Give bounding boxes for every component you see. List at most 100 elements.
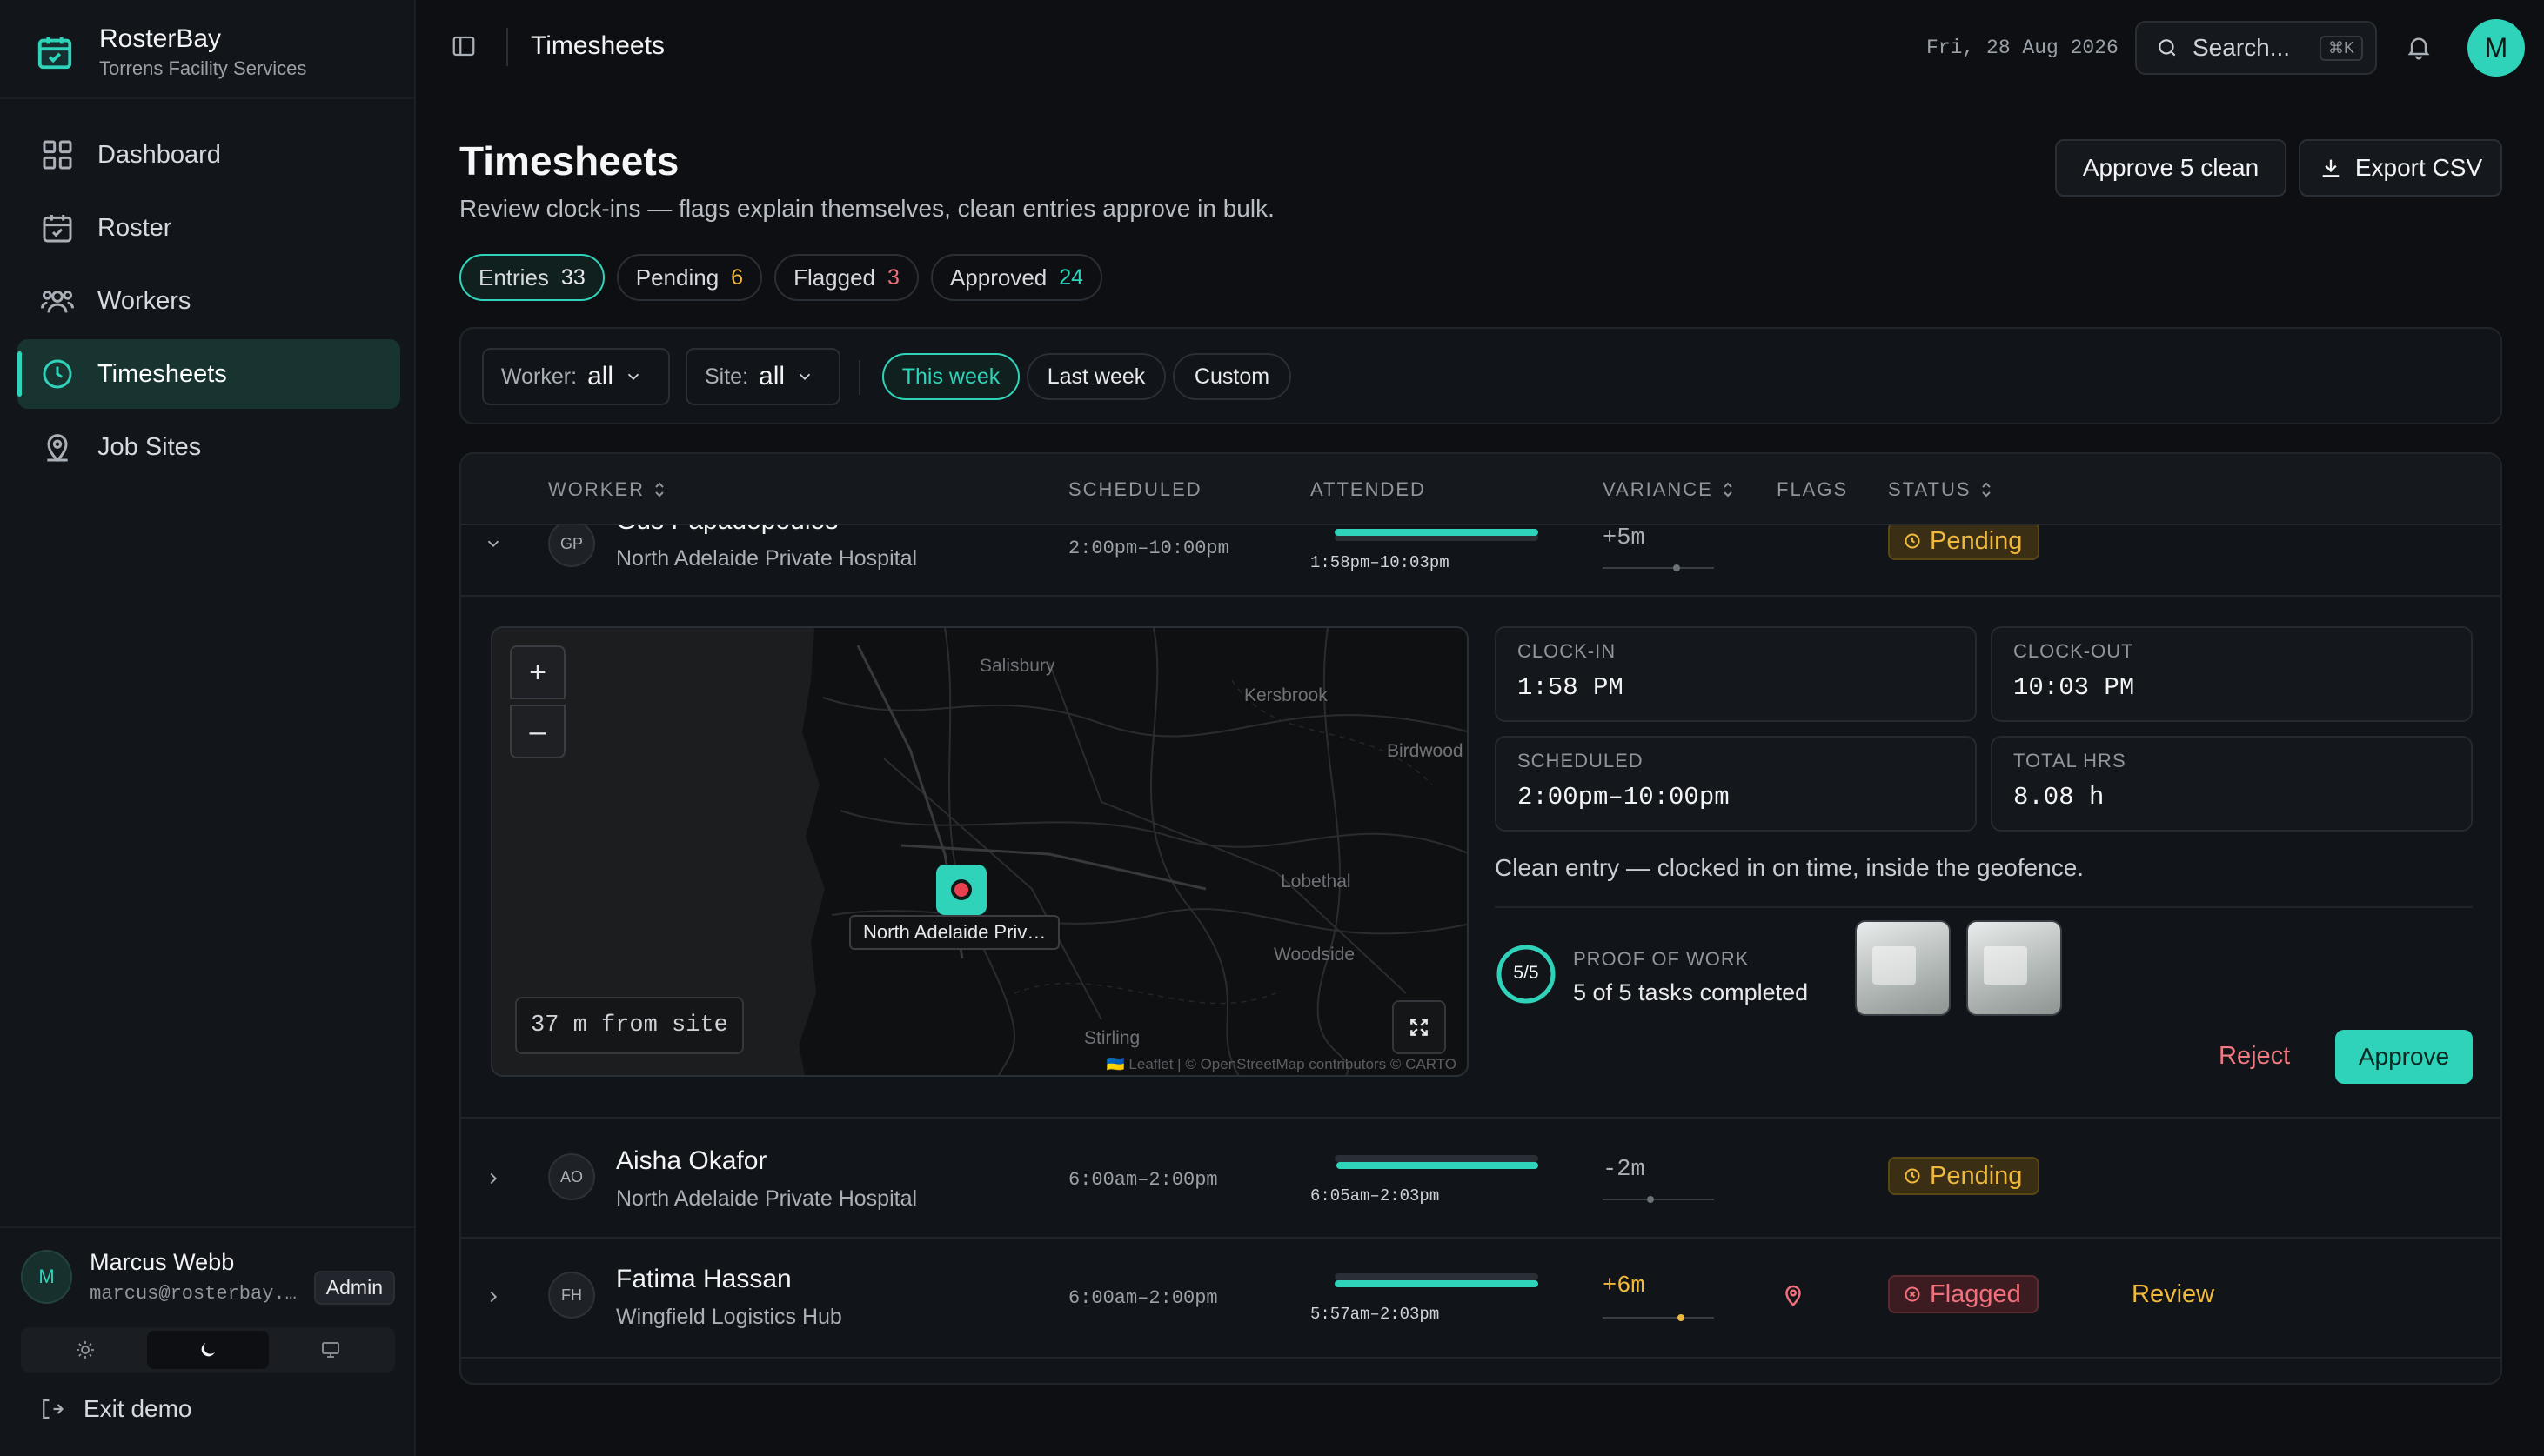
bell-icon[interactable]	[2405, 33, 2433, 61]
fullscreen-button[interactable]	[1392, 1000, 1446, 1054]
tab-entries[interactable]: Entries 33	[459, 254, 605, 301]
tab-label: Flagged	[793, 264, 876, 291]
avatar[interactable]: M	[2467, 19, 2525, 77]
exit-demo-button[interactable]: Exit demo	[38, 1395, 192, 1423]
approve-button[interactable]: Approve	[2335, 1030, 2473, 1084]
zoom-in-button[interactable]: +	[510, 645, 566, 699]
zoom-out-button[interactable]: –	[510, 705, 566, 758]
avatar: FH	[548, 1272, 595, 1319]
sidebar-item-dashboard[interactable]: Dashboard	[17, 120, 400, 190]
divider	[0, 97, 416, 99]
tab-flagged[interactable]: Flagged 3	[774, 254, 919, 301]
search-button[interactable]: Search... ⌘K	[2135, 21, 2377, 75]
attended-time: 1:58pm–10:03pm	[1310, 553, 1449, 572]
user-card[interactable]: M Marcus Webb marcus@rosterbay.… Admin	[21, 1249, 395, 1305]
pin-tooltip: North Adelaide Priv…	[849, 915, 1061, 950]
approve-clean-label: Approve 5 clean	[2082, 154, 2259, 181]
geofence-map[interactable]: + – Salisbury Kersbrook Birdwood Lobetha…	[491, 626, 1469, 1077]
users-icon	[41, 290, 74, 313]
variance-dot	[1647, 1196, 1654, 1203]
x-circle-icon	[1905, 1286, 1920, 1302]
current-date: Fri, 28 Aug 2026	[1926, 37, 2119, 59]
col-label: SCHEDULED	[1068, 478, 1202, 500]
worker-name: Fatima Hassan	[616, 1265, 792, 1293]
proof-photo-thumbnail[interactable]	[1855, 920, 1951, 1016]
exit-label: Exit demo	[84, 1395, 192, 1422]
sidebar-item-timesheets[interactable]: Timesheets	[17, 339, 400, 409]
theme-switcher	[21, 1327, 395, 1373]
sun-icon	[77, 1341, 95, 1359]
sidebar-item-label: Job Sites	[97, 432, 202, 461]
range-custom[interactable]: Custom	[1173, 353, 1291, 400]
variance-axis	[1603, 1317, 1714, 1319]
avatar: M	[21, 1250, 73, 1304]
stat-label: SCHEDULED	[1517, 750, 1644, 771]
site-pin-icon[interactable]	[936, 865, 987, 915]
sidebar-item-workers[interactable]: Workers	[17, 266, 400, 336]
timesheets-table: WORKER SCHEDULED ATTENDED VARIANCE FLAGS…	[459, 452, 2502, 1385]
theme-light-button[interactable]	[24, 1331, 147, 1369]
tab-count: 24	[1059, 264, 1084, 290]
attendance-track	[1335, 1155, 1538, 1162]
review-button[interactable]: Review	[2132, 1280, 2214, 1309]
reject-button[interactable]: Reject	[2219, 1042, 2290, 1071]
worker-select-label: Worker:	[501, 364, 578, 389]
chevron-down-icon	[799, 373, 811, 381]
theme-dark-button[interactable]	[146, 1331, 270, 1369]
worker-site: Wingfield Logistics Hub	[616, 1305, 842, 1329]
col-status[interactable]: STATUS	[1888, 478, 1992, 501]
worker-select[interactable]: Worker: all	[482, 348, 670, 405]
location-dot	[951, 879, 972, 900]
avatar: AO	[548, 1153, 595, 1200]
proof-photo-thumbnail[interactable]	[1966, 920, 2062, 1016]
stat-value: 10:03 PM	[2013, 673, 2135, 702]
shortcut-hint: ⌘K	[2319, 35, 2363, 61]
clock-out-card: CLOCK-OUT 10:03 PM	[1991, 626, 2473, 722]
moon-icon	[201, 1343, 215, 1357]
sidebar-item-job-sites[interactable]: Job Sites	[17, 412, 400, 482]
brand[interactable]: RosterBay Torrens Facility Services	[35, 24, 306, 80]
theme-system-button[interactable]	[269, 1331, 392, 1369]
status-tabs: Entries 33 Pending 6 Flagged 3 Approved …	[459, 254, 1103, 301]
sidebar-item-roster[interactable]: Roster	[17, 193, 400, 263]
chevron-down-icon[interactable]	[484, 534, 503, 553]
table-row[interactable]: FH Fatima Hassan Wingfield Logistics Hub…	[461, 1239, 2500, 1359]
col-flags: FLAGS	[1777, 478, 1848, 501]
chevron-right-icon[interactable]	[484, 1287, 503, 1306]
entry-detail-panel: + – Salisbury Kersbrook Birdwood Lobetha…	[461, 597, 2500, 1119]
tab-count: 33	[560, 264, 586, 290]
geofence-pin-icon[interactable]	[1780, 1282, 1806, 1308]
site-select[interactable]: Site: all	[686, 348, 840, 405]
table-header: WORKER SCHEDULED ATTENDED VARIANCE FLAGS…	[461, 454, 2500, 525]
approve-clean-button[interactable]: Approve 5 clean	[2055, 139, 2286, 197]
col-worker[interactable]: WORKER	[548, 478, 666, 501]
entry-note: Clean entry — clocked in on time, inside…	[1495, 854, 2085, 881]
export-csv-button[interactable]: Export CSV	[2299, 139, 2502, 197]
app-name: RosterBay	[99, 24, 222, 53]
range-last-week[interactable]: Last week	[1027, 353, 1166, 400]
col-label: WORKER	[548, 478, 645, 500]
breadcrumb: Timesheets	[531, 31, 665, 60]
chevron-right-icon[interactable]	[484, 1169, 503, 1188]
download-icon	[2322, 159, 2340, 177]
attendance-bar	[1336, 1162, 1538, 1169]
attendance-bar	[1335, 529, 1538, 536]
col-variance[interactable]: VARIANCE	[1603, 478, 1734, 501]
logout-icon	[43, 1399, 64, 1419]
map-label: Lobethal	[1281, 872, 1351, 892]
sort-icon	[1724, 482, 1732, 498]
proof-of-work-summary: 5 of 5 tasks completed	[1573, 979, 1809, 1005]
clock-in-card: CLOCK-IN 1:58 PM	[1495, 626, 1977, 722]
range-this-week[interactable]: This week	[882, 353, 1020, 400]
worker-select-value: all	[587, 362, 614, 391]
stat-label: CLOCK-IN	[1517, 640, 1617, 662]
table-row[interactable]: AO Aisha Okafor North Adelaide Private H…	[461, 1119, 2500, 1239]
proof-of-work-label: PROOF OF WORK	[1573, 948, 1750, 970]
tab-approved[interactable]: Approved 24	[930, 254, 1103, 301]
col-label: FLAGS	[1777, 478, 1849, 500]
sidebar-nav: Dashboard Roster Workers Timesheets Job …	[17, 120, 400, 485]
search-icon	[2159, 39, 2176, 57]
sidebar-toggle-icon[interactable]	[451, 33, 477, 59]
tab-pending[interactable]: Pending 6	[616, 254, 763, 301]
variance-value: -2m	[1603, 1157, 1645, 1183]
